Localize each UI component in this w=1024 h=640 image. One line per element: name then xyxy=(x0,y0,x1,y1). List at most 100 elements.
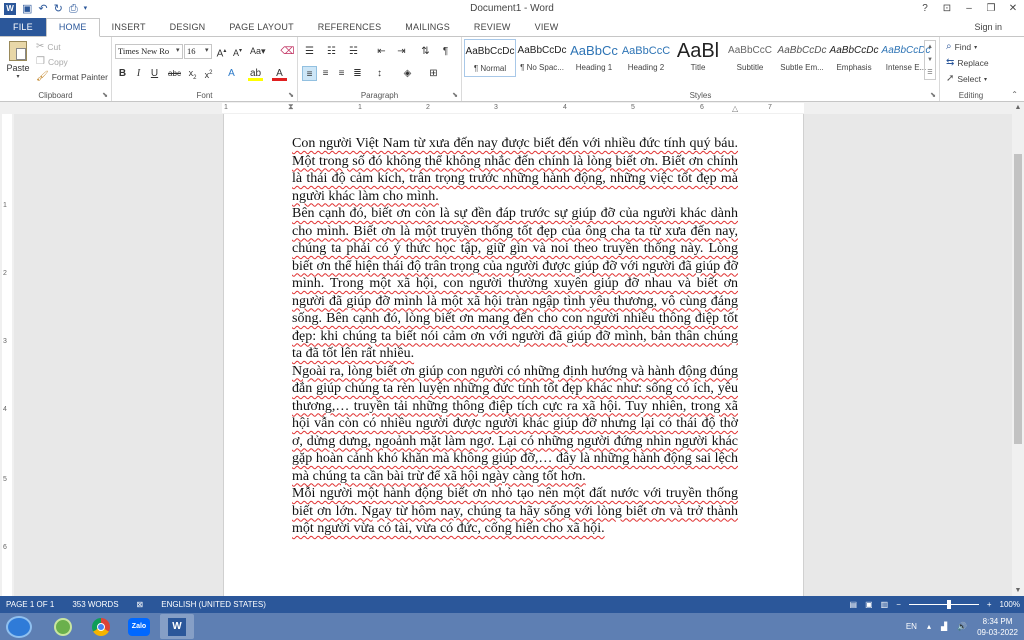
style-subtle-emphasis[interactable]: AaBbCcDc Subtle Em... xyxy=(776,39,828,77)
tab-review[interactable]: REVIEW xyxy=(462,18,523,36)
vertical-scrollbar[interactable]: ▲ ▼ xyxy=(1012,102,1024,596)
read-mode-icon[interactable]: ▤ xyxy=(850,600,858,609)
find-button[interactable]: ⌕ Find ▾ xyxy=(946,41,977,53)
zoom-slider[interactable] xyxy=(908,600,979,609)
dialog-launcher-icon[interactable]: ⬊ xyxy=(288,91,294,99)
minimize-icon[interactable]: – xyxy=(958,0,980,18)
document-page[interactable]: Con người Việt Nam từ xưa đến nay được b… xyxy=(223,114,804,596)
chrome-icon[interactable] xyxy=(84,614,118,639)
windows-start-icon[interactable] xyxy=(6,615,32,638)
copy-button[interactable]: ❐ Copy xyxy=(36,56,68,68)
zalo-icon[interactable]: Zalo xyxy=(122,614,156,639)
dialog-launcher-icon[interactable]: ⬊ xyxy=(102,91,108,99)
collapse-ribbon-icon[interactable]: ⌃ xyxy=(1011,90,1018,99)
highlight-icon[interactable]: ab xyxy=(248,66,263,81)
decrease-indent-icon[interactable]: ⇤ xyxy=(374,44,389,59)
tab-mailings[interactable]: MAILINGS xyxy=(393,18,462,36)
scroll-down-icon[interactable]: ▼ xyxy=(1012,587,1024,594)
zoom-out-icon[interactable]: − xyxy=(896,600,901,609)
style-heading-2[interactable]: AaBbCcC Heading 2 xyxy=(620,39,672,77)
italic-icon[interactable]: I xyxy=(131,66,146,81)
font-color-icon[interactable]: A xyxy=(272,66,287,81)
style-normal[interactable]: AaBbCcDc ¶ Normal xyxy=(464,39,516,77)
scroll-up-icon[interactable]: ▲ xyxy=(1012,104,1024,111)
numbering-icon[interactable]: ☷ xyxy=(324,44,339,59)
clock[interactable]: 8:34 PM 09-03-2022 xyxy=(977,616,1018,638)
font-size-dropdown-icon[interactable]: ▾ xyxy=(205,46,209,54)
customize-toolbar-icon[interactable]: ▾ xyxy=(84,0,88,18)
input-language[interactable]: EN xyxy=(906,622,917,631)
paragraph[interactable]: Con người Việt Nam từ xưa đến nay được b… xyxy=(292,135,738,205)
close-icon[interactable]: ✕ xyxy=(1002,0,1024,18)
app-icon[interactable] xyxy=(46,614,80,639)
subscript-icon[interactable]: x2 xyxy=(185,66,200,81)
tab-home[interactable]: HOME xyxy=(45,18,100,37)
increase-indent-icon[interactable]: ⇥ xyxy=(394,44,409,59)
shrink-font-icon[interactable]: A▾ xyxy=(230,44,245,59)
borders-icon[interactable]: ⊞ xyxy=(426,66,441,81)
sign-in-link[interactable]: Sign in xyxy=(974,18,1002,36)
style-no-spacing[interactable]: AaBbCcDc ¶ No Spac... xyxy=(516,39,568,77)
align-center-icon[interactable]: ≡ xyxy=(318,66,333,81)
tab-file[interactable]: FILE xyxy=(0,18,46,36)
zoom-in-icon[interactable]: + xyxy=(987,600,992,609)
show-hidden-icons-icon[interactable]: ▴ xyxy=(927,622,931,631)
word-icon[interactable]: W xyxy=(4,3,16,15)
volume-icon[interactable]: 🔊 xyxy=(957,622,967,631)
paragraph[interactable]: Bên cạnh đó, biết ơn còn là sự đền đáp t… xyxy=(292,205,738,363)
shading-icon[interactable]: ◈ xyxy=(400,66,415,81)
style-emphasis[interactable]: AaBbCcDc Emphasis xyxy=(828,39,880,77)
paragraph[interactable]: Mỗi người một hành động biết ơn nhỏ tạo … xyxy=(292,485,738,538)
underline-icon[interactable]: U xyxy=(147,66,162,81)
tab-insert[interactable]: INSERT xyxy=(100,18,158,36)
zoom-level[interactable]: 100% xyxy=(1000,600,1020,609)
bullets-icon[interactable]: ☰ xyxy=(302,44,317,59)
superscript-icon[interactable]: x2 xyxy=(201,66,216,81)
ribbon-display-options-icon[interactable]: ⊡ xyxy=(936,0,958,18)
print-layout-icon[interactable]: ▣ xyxy=(865,600,873,609)
strikethrough-icon[interactable]: abc xyxy=(167,66,182,81)
tab-design[interactable]: DESIGN xyxy=(158,18,218,36)
save-icon[interactable]: ▣ xyxy=(22,0,32,18)
change-case-icon[interactable]: Aa▾ xyxy=(250,44,266,59)
multilevel-list-icon[interactable]: ☵ xyxy=(346,44,361,59)
styles-scroll[interactable]: ▲ ▼ ☰ xyxy=(924,40,936,80)
text-effects-icon[interactable]: A xyxy=(224,66,239,81)
justify-icon[interactable]: ≣ xyxy=(350,66,365,81)
document-body[interactable]: Con người Việt Nam từ xưa đến nay được b… xyxy=(292,135,738,538)
scrollbar-thumb[interactable] xyxy=(1014,154,1022,444)
language-indicator[interactable]: ENGLISH (UNITED STATES) xyxy=(161,600,266,609)
right-indent-marker-icon[interactable]: △ xyxy=(732,104,738,113)
print-preview-icon[interactable]: ⎙ xyxy=(69,0,78,18)
style-heading-1[interactable]: AaBbCc Heading 1 xyxy=(568,39,620,77)
bold-icon[interactable]: B xyxy=(115,66,130,81)
clear-formatting-icon[interactable]: ⌫ xyxy=(280,44,295,59)
proofing-icon[interactable]: ⊠ xyxy=(137,600,144,609)
web-layout-icon[interactable]: ▥ xyxy=(881,600,889,609)
tab-references[interactable]: REFERENCES xyxy=(306,18,394,36)
horizontal-ruler[interactable]: 1 1 2 3 4 5 6 7 ⧗ △ xyxy=(0,102,1012,114)
grow-font-icon[interactable]: A▴ xyxy=(214,44,229,59)
select-button[interactable]: ➚ Select ▾ xyxy=(946,73,987,85)
style-title[interactable]: AaBl Title xyxy=(672,39,724,77)
align-left-icon[interactable]: ≡ xyxy=(302,66,317,81)
redo-icon[interactable]: ↻ xyxy=(54,0,63,18)
tab-view[interactable]: VIEW xyxy=(523,18,571,36)
paste-button[interactable]: Paste ▾ xyxy=(4,41,32,85)
undo-icon[interactable]: ↶ xyxy=(38,0,47,18)
dialog-launcher-icon[interactable]: ⬊ xyxy=(930,91,936,99)
help-icon[interactable]: ? xyxy=(914,0,936,18)
font-name-field[interactable]: Times New Ro xyxy=(115,44,183,59)
replace-button[interactable]: ⇆ Replace xyxy=(946,57,989,69)
zoom-slider-thumb[interactable] xyxy=(946,600,951,609)
page-count[interactable]: PAGE 1 OF 1 xyxy=(6,600,54,609)
left-indent-marker-icon[interactable]: ⧗ xyxy=(288,102,294,112)
word-icon[interactable]: W xyxy=(160,614,194,639)
style-subtitle[interactable]: AaBbCcC Subtitle xyxy=(724,39,776,77)
dialog-launcher-icon[interactable]: ⬊ xyxy=(452,91,458,99)
vertical-ruler[interactable]: 1 2 3 4 5 6 xyxy=(0,114,14,596)
line-spacing-icon[interactable]: ↕ xyxy=(372,66,387,81)
font-name-dropdown-icon[interactable]: ▾ xyxy=(176,46,180,54)
show-formatting-marks-icon[interactable]: ¶ xyxy=(438,44,453,59)
align-right-icon[interactable]: ≡ xyxy=(334,66,349,81)
